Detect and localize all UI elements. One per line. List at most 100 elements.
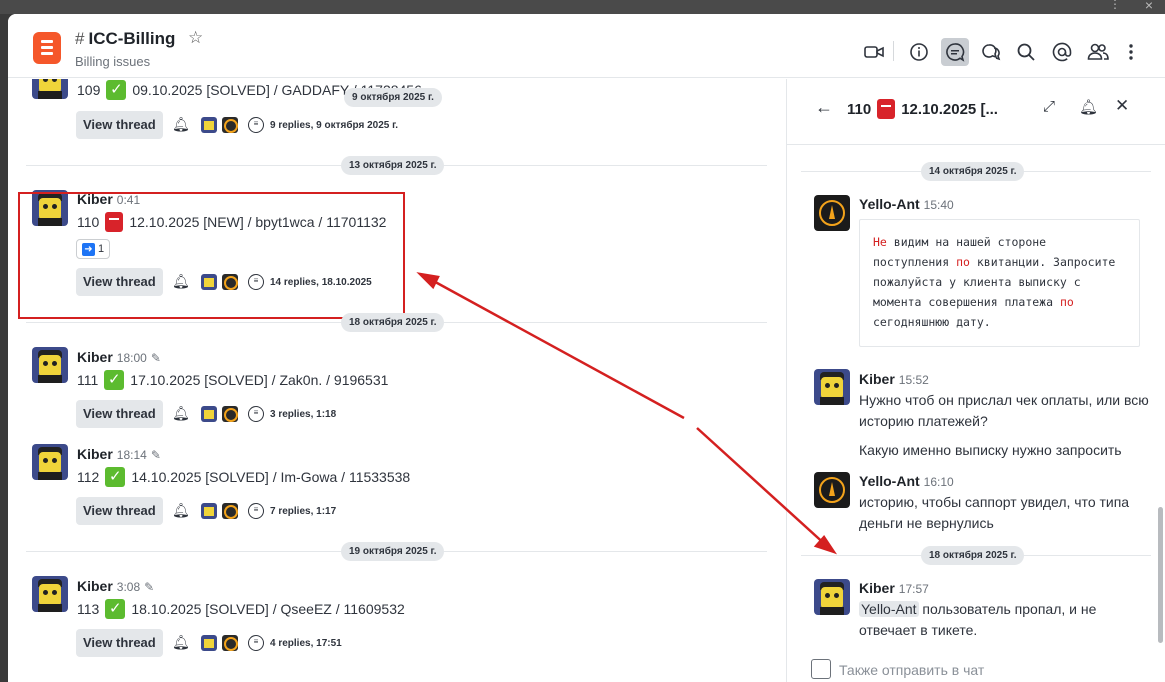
avatar[interactable] xyxy=(32,79,68,99)
message-author[interactable]: Yello-Ant 15:40 xyxy=(859,196,954,212)
message-author[interactable]: Kiber 18:00 ✎ xyxy=(77,349,161,365)
message-time: 3:08 xyxy=(116,580,141,594)
avatar[interactable] xyxy=(814,472,850,508)
message-time: 18:00 xyxy=(116,351,147,365)
view-thread-button[interactable]: View thread xyxy=(76,629,163,657)
ticket-number: 111 xyxy=(77,372,99,388)
message-author[interactable]: Yello-Ant 16:10 xyxy=(859,473,954,489)
check-icon: ✓ xyxy=(105,467,126,487)
user-mention[interactable]: Yello-Ant xyxy=(859,601,919,617)
replies-icon: ≡ xyxy=(248,635,264,651)
channel-logo-icon xyxy=(33,32,61,64)
annotation-highlight-box xyxy=(18,192,405,319)
also-send-label: Также отправить в чат xyxy=(839,662,985,678)
participant-avatar xyxy=(201,406,217,422)
replies-count: 7 replies, 1:17 xyxy=(270,506,337,517)
message-time: 17:57 xyxy=(898,582,929,596)
channel-title[interactable]: # ICC-Billing xyxy=(75,29,175,49)
thread-title-text: 12.10.2025 [... xyxy=(901,100,998,118)
avatar[interactable] xyxy=(32,444,68,480)
channel-name: ICC-Billing xyxy=(88,29,176,48)
participant-avatar xyxy=(222,117,238,133)
message-time: 15:40 xyxy=(923,198,954,212)
message-feed: 109 ✓ 09.10.2025 [SOLVED] / GADDAFY / 11… xyxy=(8,79,784,682)
participant-avatar xyxy=(222,635,238,651)
kebab-icon[interactable]: ⋮ xyxy=(1109,0,1121,10)
bell-icon[interactable]: 🔔︎ xyxy=(172,405,190,422)
bell-icon[interactable]: 🔔︎ xyxy=(172,116,190,133)
message-text: историю, чтобы саппорт увидел, что типа … xyxy=(859,494,1130,531)
scrollbar[interactable] xyxy=(1158,507,1163,643)
star-icon[interactable]: ☆ xyxy=(188,28,203,48)
expand-icon[interactable]: ⤢ xyxy=(1043,98,1055,115)
info-icon[interactable] xyxy=(905,38,933,66)
ticket-text: 14.10.2025 [SOLVED] / Im-Gowa / 11533538 xyxy=(131,469,411,485)
message-author[interactable]: Kiber 3:08 ✎ xyxy=(77,578,154,594)
thread-title: 110 12.10.2025 [... xyxy=(847,99,998,119)
ticket-number: 109 xyxy=(77,82,101,98)
message-text: 111 ✓ 17.10.2025 [SOLVED] / Zak0n. / 919… xyxy=(77,370,388,390)
threads-icon[interactable] xyxy=(941,38,969,66)
date-pill: 18 октября 2025 г. xyxy=(341,313,445,332)
message-text: Yello-Ant пользователь пропал, и не отве… xyxy=(859,601,1097,638)
message-text: 112 ✓ 14.10.2025 [SOLVED] / Im-Gowa / 11… xyxy=(77,467,410,487)
search-icon[interactable] xyxy=(1012,38,1040,66)
avatar[interactable] xyxy=(32,347,68,383)
replies-count: 4 replies, 17:51 xyxy=(270,638,342,649)
view-thread-button[interactable]: View thread xyxy=(76,400,163,428)
date-pill: 14 октября 2025 г. xyxy=(921,162,1025,181)
message-text: 113 ✓ 18.10.2025 [SOLVED] / QseeEZ / 116… xyxy=(77,599,405,619)
replies-icon: ≡ xyxy=(248,406,264,422)
date-pill: 9 октября 2025 г. xyxy=(344,88,442,107)
close-icon[interactable]: ✕ xyxy=(1115,96,1129,116)
header-separator xyxy=(893,41,894,61)
browser-top-strip: ⋮ × xyxy=(0,0,1165,14)
code-block: Не видим на нашей стороне поступления по… xyxy=(859,219,1140,347)
video-icon[interactable] xyxy=(860,38,888,66)
avatar[interactable] xyxy=(32,576,68,612)
ticket-number: 113 xyxy=(77,601,100,617)
date-pill: 18 октября 2025 г. xyxy=(921,546,1025,565)
also-send-checkbox[interactable] xyxy=(811,659,831,679)
thread-panel: ← 110 12.10.2025 [... ⤢ 🔔︎ ✕ 14 октября … xyxy=(786,79,1165,682)
edited-pencil-icon: ✎ xyxy=(150,448,161,462)
view-thread-button[interactable]: View thread xyxy=(76,111,163,139)
view-thread-button[interactable]: View thread xyxy=(76,497,163,525)
message-author[interactable]: Kiber 15:52 xyxy=(859,371,929,387)
replies-count: 9 replies, 9 октября 2025 г. xyxy=(270,120,399,131)
check-icon: ✓ xyxy=(106,80,127,100)
check-icon: ✓ xyxy=(105,599,126,619)
participant-avatar xyxy=(201,117,217,133)
message-text: Какую именно выписку нужно запросить xyxy=(859,442,1122,458)
main-area: # ICC-Billing ☆ Billing issues 109 ✓ 09.… xyxy=(8,14,1165,682)
mentions-icon[interactable] xyxy=(1048,38,1076,66)
room-header: # ICC-Billing ☆ Billing issues xyxy=(8,14,1165,78)
edited-pencil-icon: ✎ xyxy=(144,580,155,594)
hash-icon: # xyxy=(75,29,85,48)
message-author[interactable]: Kiber 18:14 ✎ xyxy=(77,446,161,462)
ticket-text: 18.10.2025 [SOLVED] / QseeEZ / 11609532 xyxy=(131,601,405,617)
close-icon[interactable]: × xyxy=(1145,0,1153,13)
ticket-text: 17.10.2025 [SOLVED] / Zak0n. / 9196531 xyxy=(130,372,389,388)
message-author[interactable]: Kiber 17:57 xyxy=(859,580,929,596)
app: ⋮ × # ICC-Billing ☆ Billing issues 109 ✓… xyxy=(0,0,1165,682)
replies-icon: ≡ xyxy=(248,503,264,519)
avatar[interactable] xyxy=(814,579,850,615)
thread-header: ← 110 12.10.2025 [... ⤢ 🔔︎ ✕ xyxy=(787,79,1165,145)
kebab-menu-icon[interactable] xyxy=(1117,38,1145,66)
edited-pencil-icon: ✎ xyxy=(150,351,161,365)
channel-topic: Billing issues xyxy=(75,54,151,69)
back-arrow-icon[interactable]: ← xyxy=(815,97,833,118)
participant-avatar xyxy=(222,503,238,519)
bell-icon[interactable]: 🔔︎ xyxy=(1079,98,1098,116)
bell-icon[interactable]: 🔔︎ xyxy=(172,502,190,519)
thread-number: 110 xyxy=(847,100,872,118)
members-icon[interactable] xyxy=(1084,38,1112,66)
sidebar-edge xyxy=(0,14,8,682)
mailbox-icon xyxy=(877,99,896,119)
bell-icon[interactable]: 🔔︎ xyxy=(172,634,190,651)
avatar[interactable] xyxy=(814,195,850,231)
avatar[interactable] xyxy=(814,369,850,405)
message-time: 15:52 xyxy=(898,373,929,387)
discussions-icon[interactable] xyxy=(977,38,1005,66)
